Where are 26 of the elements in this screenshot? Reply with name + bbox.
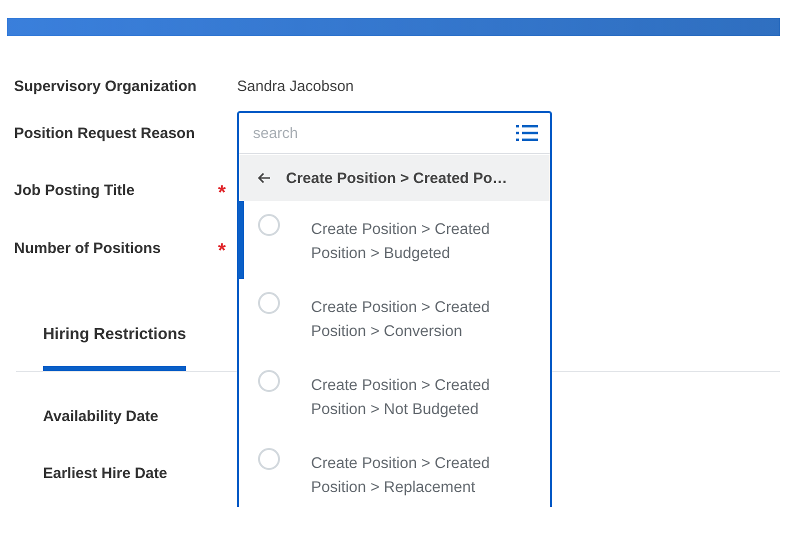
- field-value: Sandra Jacobson: [237, 78, 354, 94]
- field-label: Availability Date: [43, 408, 158, 425]
- field-label: Earliest Hire Date: [43, 465, 168, 482]
- option-item[interactable]: Create Position > Created Position > Not Budgeted: [239, 357, 550, 435]
- list-icon[interactable]: [516, 125, 538, 141]
- field-label: Number of Positions: [14, 240, 162, 256]
- option-label: Create Position > Created Position > Replacement: [311, 454, 491, 498]
- required-mark: *: [218, 182, 226, 204]
- radio-button[interactable]: [258, 214, 280, 236]
- back-arrow-icon[interactable]: [257, 172, 271, 184]
- option-item[interactable]: Create Position > Created Position > Replacement: [239, 435, 550, 507]
- tab[interactable]: Hiring Restrictions: [43, 300, 186, 371]
- breadcrumb-row[interactable]: Create Position > Created Po…: [239, 155, 550, 201]
- field-label: Job Posting Title: [14, 182, 136, 198]
- option-item[interactable]: Create Position > Created Position > Budgeted: [239, 201, 550, 279]
- field-label: Supervisory Organization: [14, 78, 198, 94]
- breadcrumb-text: Create Position > Created Po…: [286, 170, 508, 186]
- required-mark: *: [218, 240, 226, 262]
- radio-button[interactable]: [258, 370, 280, 392]
- radio-button[interactable]: [258, 292, 280, 314]
- option-item[interactable]: Create Position > Created Position > Conversion: [239, 279, 550, 357]
- option-label: Create Position > Created Position > Not Budgeted: [311, 376, 491, 420]
- option-label: Create Position > Created Position > Budgeted: [311, 220, 491, 264]
- field-label: Position Request Reason: [14, 124, 196, 142]
- option-label: Create Position > Created Position > Conversion: [311, 298, 491, 342]
- radio-button[interactable]: [258, 448, 280, 470]
